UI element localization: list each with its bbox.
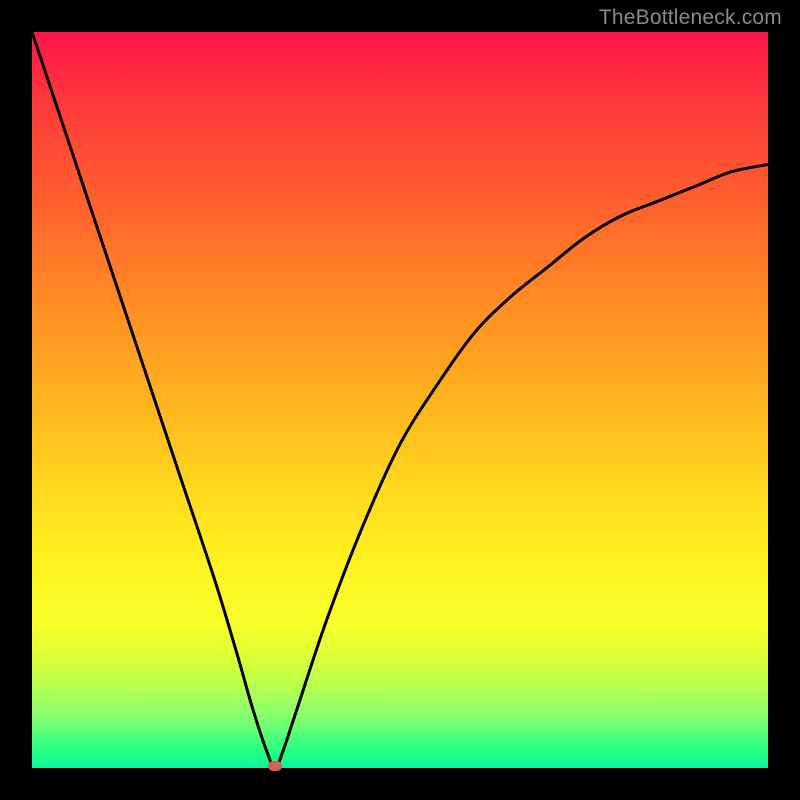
curve-svg — [32, 32, 768, 768]
minimum-marker — [268, 761, 282, 771]
chart-stage: TheBottleneck.com — [0, 0, 800, 800]
plot-area — [32, 32, 768, 768]
watermark-text: TheBottleneck.com — [599, 6, 782, 30]
bottleneck-curve — [32, 32, 768, 768]
